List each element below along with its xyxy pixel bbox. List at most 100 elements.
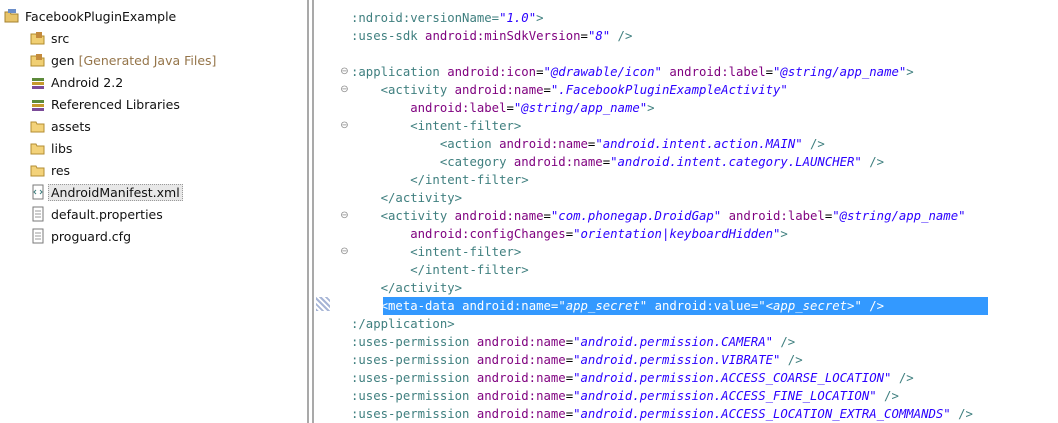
project-icon bbox=[4, 8, 20, 24]
xml-markup: :uses-sdk bbox=[351, 29, 426, 43]
xml-attribute-value: "orientation|keyboardHidden" bbox=[573, 227, 781, 241]
tree-item-android-library[interactable]: Android 2.2 bbox=[30, 72, 123, 92]
code-line[interactable]: android:label="@string/app_name"> bbox=[351, 99, 655, 117]
tree-item-proguard[interactable]: proguard.cfg bbox=[30, 226, 131, 246]
editor-ruler: ⊖ ⊖ ⊖ ⊖ ⊖ bbox=[315, 0, 351, 423]
code-line[interactable]: <action android:name="android.intent.act… bbox=[351, 135, 825, 153]
xml-markup: = bbox=[765, 65, 774, 79]
xml-markup: /> bbox=[876, 389, 899, 403]
tree-item-src[interactable]: src bbox=[30, 28, 69, 48]
code-line[interactable]: </intent-filter> bbox=[351, 261, 529, 279]
xml-markup: = bbox=[543, 209, 551, 223]
fold-collapse-icon[interactable]: ⊖ bbox=[340, 85, 349, 95]
tree-item-gen[interactable]: gen [Generated Java Files] bbox=[30, 50, 216, 70]
xml-attribute-value: "android.permission.ACCESS_FINE_LOCATION… bbox=[573, 389, 877, 403]
xml-attribute-value: "android.permission.ACCESS_COARSE_LOCATI… bbox=[573, 371, 892, 385]
xml-markup: </activity> bbox=[351, 281, 463, 295]
code-line[interactable]: :ndroid:versionName="1.0"> bbox=[351, 9, 544, 27]
code-line[interactable]: :uses-permission android:name="android.p… bbox=[351, 369, 914, 387]
code-line[interactable]: </activity> bbox=[351, 189, 462, 207]
tree-item-label: FacebookPluginExample bbox=[25, 8, 177, 24]
source-folder-icon bbox=[30, 52, 46, 68]
xml-editor[interactable]: :ndroid:versionName="1.0">:uses-sdk andr… bbox=[351, 0, 1058, 423]
code-line[interactable]: :application android:icon="@drawable/ico… bbox=[351, 63, 914, 81]
xml-attribute-value: "android.permission.ACCESS_LOCATION_EXTR… bbox=[573, 407, 951, 421]
current-line-marker bbox=[316, 297, 330, 311]
code-line[interactable]: :/application> bbox=[351, 315, 455, 333]
xml-attribute-value: "android.intent.category.LAUNCHER" bbox=[610, 155, 862, 169]
xml-markup: > bbox=[647, 101, 655, 115]
code-line[interactable]: </activity> bbox=[351, 279, 462, 297]
fold-collapse-icon[interactable]: ⊖ bbox=[340, 247, 349, 257]
xml-markup: /> bbox=[861, 155, 885, 169]
xml-markup: > bbox=[780, 227, 788, 241]
tree-item-label: gen bbox=[51, 52, 75, 68]
tree-item-referenced-libraries[interactable]: Referenced Libraries bbox=[30, 94, 180, 114]
xml-markup: /> bbox=[950, 407, 973, 421]
folder-icon bbox=[30, 118, 46, 134]
xml-markup: /> bbox=[773, 335, 796, 349]
library-icon bbox=[30, 96, 46, 112]
view-divider[interactable] bbox=[307, 0, 315, 423]
fold-collapse-icon[interactable]: ⊖ bbox=[340, 121, 349, 131]
tree-item-assets[interactable]: assets bbox=[30, 116, 91, 136]
tree-item-default-properties[interactable]: default.properties bbox=[30, 204, 163, 224]
code-line-selected[interactable]: <meta-data android:name="app_secret" and… bbox=[351, 297, 884, 315]
xml-markup: /> bbox=[780, 353, 803, 367]
xml-attribute-name: android:name bbox=[476, 389, 566, 403]
xml-attribute-name: android:minSdkVersion bbox=[425, 29, 581, 43]
xml-markup: <intent-filter> bbox=[351, 119, 522, 133]
fold-collapse-icon[interactable]: ⊖ bbox=[340, 67, 349, 77]
code-line[interactable]: :uses-sdk android:minSdkVersion="8" /> bbox=[351, 27, 632, 45]
xml-attribute-value: ".FacebookPluginExampleActivity" bbox=[550, 83, 788, 97]
code-line[interactable]: <intent-filter> bbox=[351, 243, 521, 261]
xml-markup: :uses-permission bbox=[351, 353, 477, 367]
code-line[interactable]: <activity android:name=".FacebookPluginE… bbox=[351, 81, 788, 99]
code-line[interactable]: <activity android:name="com.phonegap.Dro… bbox=[351, 207, 966, 225]
xml-attribute-name: android:name bbox=[476, 371, 566, 385]
xml-attribute-name: android:name bbox=[454, 83, 544, 97]
xml-markup: </intent-filter> bbox=[351, 173, 529, 187]
tree-item-project[interactable]: FacebookPluginExample bbox=[4, 6, 176, 26]
divider-line bbox=[307, 0, 309, 423]
tree-item-decoration: [Generated Java Files] bbox=[78, 52, 217, 68]
xml-attribute-name: android:label bbox=[728, 209, 825, 223]
xml-markup bbox=[351, 101, 410, 115]
xml-markup: = bbox=[565, 335, 574, 349]
code-line[interactable]: <category android:name="android.intent.c… bbox=[351, 153, 884, 171]
folder-icon bbox=[30, 140, 46, 156]
tree-item-label: res bbox=[51, 162, 71, 178]
xml-markup: </activity> bbox=[351, 191, 463, 205]
xml-markup: :/application> bbox=[351, 317, 455, 331]
xml-markup: /> bbox=[861, 299, 885, 313]
tree-item-androidmanifest[interactable]: AndroidManifest.xml bbox=[30, 182, 183, 202]
xml-attribute-name: android:label bbox=[669, 65, 766, 79]
xml-markup: = bbox=[506, 101, 514, 115]
xml-markup: = bbox=[565, 227, 574, 241]
xml-markup bbox=[721, 209, 728, 223]
xml-attribute-name: android:name bbox=[462, 299, 551, 313]
tree-item-libs[interactable]: libs bbox=[30, 138, 72, 158]
code-line[interactable]: :uses-permission android:name="android.p… bbox=[351, 387, 899, 405]
code-line[interactable]: :uses-permission android:name="android.p… bbox=[351, 333, 795, 351]
code-line[interactable]: :uses-permission android:name="android.p… bbox=[351, 351, 803, 369]
code-line[interactable]: </intent-filter> bbox=[351, 171, 529, 189]
tree-item-res[interactable]: res bbox=[30, 160, 70, 180]
code-line[interactable]: android:configChanges="orientation|keybo… bbox=[351, 225, 788, 243]
xml-attribute-value: "@string/app_name" bbox=[832, 209, 966, 223]
code-line[interactable]: <intent-filter> bbox=[351, 117, 521, 135]
tree-item-label: proguard.cfg bbox=[51, 228, 131, 244]
source-folder-icon bbox=[30, 30, 46, 46]
xml-markup: :application bbox=[351, 65, 448, 79]
xml-attribute-name: android:value bbox=[654, 299, 751, 313]
xml-markup: = bbox=[565, 353, 574, 367]
fold-collapse-icon[interactable]: ⊖ bbox=[340, 211, 349, 221]
xml-markup bbox=[647, 299, 654, 313]
xml-markup bbox=[351, 227, 410, 241]
code-line[interactable]: :uses-permission android:name="android.p… bbox=[351, 405, 973, 423]
xml-attribute-value: "com.phonegap.DroidGap" bbox=[550, 209, 722, 223]
xml-markup: </intent-filter> bbox=[351, 263, 529, 277]
xml-markup: /> bbox=[891, 371, 914, 385]
xml-attribute-value: "1.0" bbox=[499, 11, 537, 25]
xml-attribute-value: "8" bbox=[587, 29, 611, 43]
